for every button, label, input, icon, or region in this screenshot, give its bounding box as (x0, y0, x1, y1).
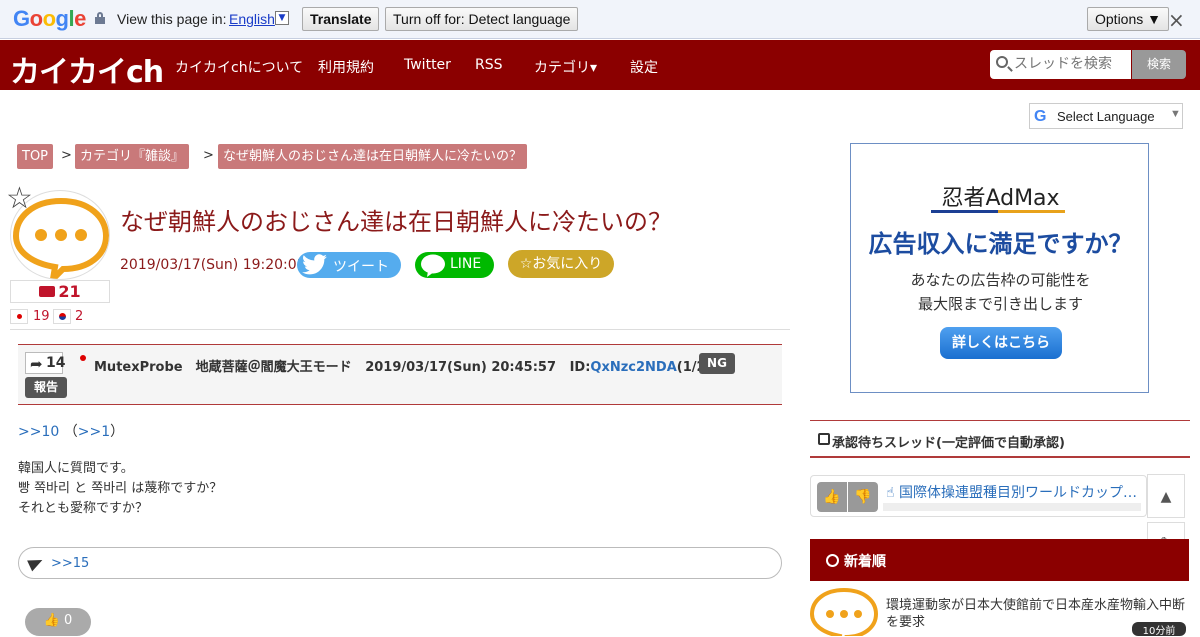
search-input[interactable] (1014, 56, 1124, 72)
japan-dot-icon (80, 355, 86, 361)
ad-subtext-line: 最大限まで引き出します (917, 295, 1083, 313)
post-author: MutexProbe 地蔵菩薩＠閻魔大王モード (94, 360, 352, 375)
thumbs-up-button[interactable]: 👍 (817, 482, 847, 512)
ad-headline: 広告収入に満足ですか？ (868, 230, 1133, 258)
nav-category[interactable]: カテゴリ▾ (534, 57, 597, 77)
like-button[interactable]: 👍 0 (25, 608, 91, 636)
nav-about[interactable]: カイカイchについて (175, 57, 303, 77)
nav-settings[interactable]: 設定 (630, 57, 658, 77)
checkbox-icon (818, 433, 830, 445)
nav-twitter[interactable]: Twitter (404, 57, 451, 73)
ad-subtext-line: あなたの広告枠の可能性を (910, 271, 1091, 289)
new-threads-header: 新着順 (810, 539, 1189, 581)
thumbs-up-icon: 👍 (43, 613, 60, 628)
post-id[interactable]: QxNzc2NDA (590, 360, 676, 375)
post-line: 韓国人に質問です。 (18, 461, 134, 476)
line-button[interactable]: LINE (415, 252, 494, 278)
post-datetime: 2019/03/17(Sun) 20:45:57 (365, 360, 556, 375)
search-icon (996, 56, 1008, 68)
breadcrumb-separator: > (61, 148, 72, 163)
post-number[interactable]: ➦ 14 (25, 352, 66, 374)
translate-button[interactable]: Translate (302, 7, 380, 31)
like-count: 0 (64, 613, 73, 628)
reply-ref-link[interactable]: >>15 (51, 556, 89, 571)
breadcrumb-thread[interactable]: なぜ朝鮮人のおじさん達は在日朝鮮人に冷たいの？ (218, 144, 528, 169)
pending-thread-title: 国際体操連盟種目別ワールドカップ… (898, 485, 1137, 501)
tweet-button[interactable]: ツイート (297, 252, 401, 278)
japan-flag-icon (10, 309, 28, 324)
send-icon (27, 554, 45, 572)
search-box (990, 50, 1131, 79)
close-icon[interactable]: × (1168, 8, 1185, 32)
options-button[interactable]: Options ▼ (1087, 7, 1169, 31)
ad-banner[interactable]: 忍者AdMax 広告収入に満足ですか？ あなたの広告枠の可能性を 最大限まで引き… (850, 143, 1149, 393)
clock-icon (826, 554, 839, 567)
language-link[interactable]: English (229, 11, 275, 27)
post-line: 빵 쪽바리 と 쪽바리 は蔑称ですか？ (18, 481, 223, 496)
search-button[interactable]: 検索 (1132, 50, 1186, 79)
nav-terms[interactable]: 利用規約 (318, 57, 374, 77)
share-arrow-icon: ➦ (30, 355, 43, 373)
post-header: ➦ 14 MutexProbe 地蔵菩薩＠閻魔大王モード 2019/03/17(… (18, 344, 782, 405)
japan-count: 19 (33, 309, 50, 324)
korea-count: 2 (75, 309, 84, 324)
anchor-link[interactable]: >>10 (18, 424, 59, 440)
breadcrumb-category[interactable]: カテゴリ『雑談』 (75, 144, 190, 169)
anchor-link[interactable]: >>1 (78, 424, 110, 440)
pending-progress-bar (883, 503, 1141, 511)
korea-flag-icon (53, 309, 71, 324)
ad-brand: 忍者AdMax (941, 186, 1060, 211)
pending-thread-link[interactable]: ☝ 国際体操連盟種目別ワールドカップ… (886, 482, 1141, 502)
nav-rss[interactable]: RSS (475, 57, 503, 73)
ad-subtext: あなたの広告枠の可能性を 最大限まで引き出します (851, 268, 1150, 316)
report-button[interactable]: 報告 (25, 377, 67, 398)
google-g-icon: G (1034, 108, 1047, 125)
divider (10, 329, 790, 330)
favorite-button[interactable]: ☆お気に入り (508, 250, 614, 278)
post-id-label: ID: (569, 360, 591, 375)
ad-brand-underline (931, 210, 1065, 213)
chevron-down-icon: ▼ (1170, 108, 1181, 120)
thread-title: なぜ朝鮮人のおじさん達は在日朝鮮人に冷たいの？ (120, 208, 672, 236)
lock-icon (95, 12, 105, 24)
line-label: LINE (450, 256, 482, 272)
post-number-value: 14 (46, 355, 66, 371)
ad-cta-button[interactable]: 詳しくはこちら (940, 327, 1062, 359)
twitter-bird-icon (302, 254, 327, 275)
translate-prompt: View this page in: (117, 11, 227, 27)
turn-off-button[interactable]: Turn off for: Detect language (385, 7, 579, 31)
translate-bar: Google View this page in: English ▼ Tran… (0, 0, 1200, 39)
thumbs-down-button[interactable]: 👎 (848, 482, 878, 512)
select-language-label: Select Language (1057, 109, 1155, 124)
star-icon[interactable]: ☆ (6, 184, 33, 214)
scroll-top-button[interactable]: ▲ (1147, 474, 1185, 518)
post-anchors: >>10 （>>1） (18, 421, 124, 441)
google-logo: Google (13, 6, 86, 31)
reply-count: 21 (10, 280, 110, 303)
comment-icon (39, 286, 56, 297)
reply-bar[interactable]: >>15 (18, 547, 782, 579)
line-icon (421, 254, 445, 277)
post-meta: MutexProbe 地蔵菩薩＠閻魔大王モード 2019/03/17(Sun) … (94, 356, 712, 375)
tweet-label: ツイート (333, 259, 389, 275)
select-language-dropdown[interactable]: G Select Language ▼ (1029, 103, 1183, 129)
anchor-paren: （ (63, 424, 78, 440)
site-logo[interactable]: カイカイch (10, 47, 164, 91)
pending-threads-header: 承認待ちスレッド(一定評価で自動承認) (810, 420, 1190, 458)
breadcrumb-top[interactable]: TOP (17, 144, 54, 169)
post-body: 韓国人に質問です。 빵 쪽바리 と 쪽바리 は蔑称ですか？ それとも愛称ですか？ (18, 459, 222, 519)
pending-threads-title: 承認待ちスレッド(一定評価で自動承認) (832, 436, 1065, 451)
reply-count-value: 21 (58, 282, 81, 301)
thread-date: 2019/03/17(Sun) 19:20:01 (120, 257, 306, 273)
post-line: それとも愛称ですか？ (18, 501, 149, 516)
anchor-paren: ） (110, 424, 125, 440)
pending-thread-item: 👍 👎 ☝ 国際体操連盟種目別ワールドカップ… (810, 475, 1147, 517)
breadcrumb-separator: > (203, 148, 214, 163)
ng-button[interactable]: NG (699, 353, 735, 374)
language-dropdown-icon[interactable]: ▼ (275, 11, 289, 25)
new-thread-time: 10分前 (1132, 622, 1186, 637)
new-thread-thumbnail[interactable] (810, 586, 878, 636)
new-threads-title: 新着順 (844, 554, 886, 570)
